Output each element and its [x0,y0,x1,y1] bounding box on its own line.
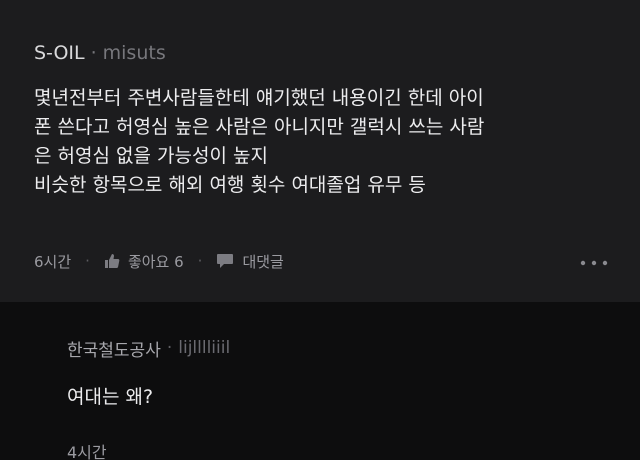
comment-author[interactable]: S-OIL · misuts [34,40,166,66]
reply-button[interactable]: 대댓글 [216,251,284,272]
reply-author[interactable]: 한국철도공사 · lijlllliiil [67,336,231,361]
reply-card: 한국철도공사 · lijlllliiil 여대는 왜? 4시간 [0,302,640,460]
reply-author-nickname: lijlllliiil [178,338,231,358]
speech-bubble-icon [216,253,234,269]
author-company: S-OIL [34,42,85,64]
reply-author-separator: · [166,338,173,358]
comment-card: S-OIL · misuts 몇년전부터 주변사람들한테 얘기했던 내용이긴 한… [0,0,640,302]
meta-separator: · [197,252,203,270]
reply-body: 여대는 왜? [67,386,154,408]
like-button[interactable]: 좋아요 6 [104,251,184,272]
comment-body-line: 몇년전부터 주변사람들한테 얘기했던 내용이긴 한데 아이 [34,87,484,109]
thumbs-up-icon [104,253,120,269]
author-separator: · [90,42,97,64]
reply-time: 4시간 [67,443,107,460]
author-nickname: misuts [102,42,166,64]
more-dots-icon [580,252,608,270]
reply-label: 대댓글 [242,252,284,271]
comment-body-line: 폰 쓴다고 허영심 높은 사람은 아니지만 갤럭시 쓰는 사람 [34,116,485,138]
meta-separator: · [85,252,90,270]
comment-body: 몇년전부터 주변사람들한테 얘기했던 내용이긴 한데 아이 폰 쓴다고 허영심 … [34,84,624,200]
comment-meta: 6시간 · 좋아요 6 · 대댓글 [34,248,608,274]
more-button[interactable] [580,252,608,270]
comment-time: 6시간 [34,252,72,271]
comment-body-line: 은 허영심 없을 가능성이 높지 [34,145,268,167]
reply-author-company: 한국철도공사 [67,340,161,361]
comment-body-line: 비슷한 항목으로 해외 여행 횟수 여대졸업 유무 등 [34,174,426,196]
like-label: 좋아요 6 [127,252,184,271]
